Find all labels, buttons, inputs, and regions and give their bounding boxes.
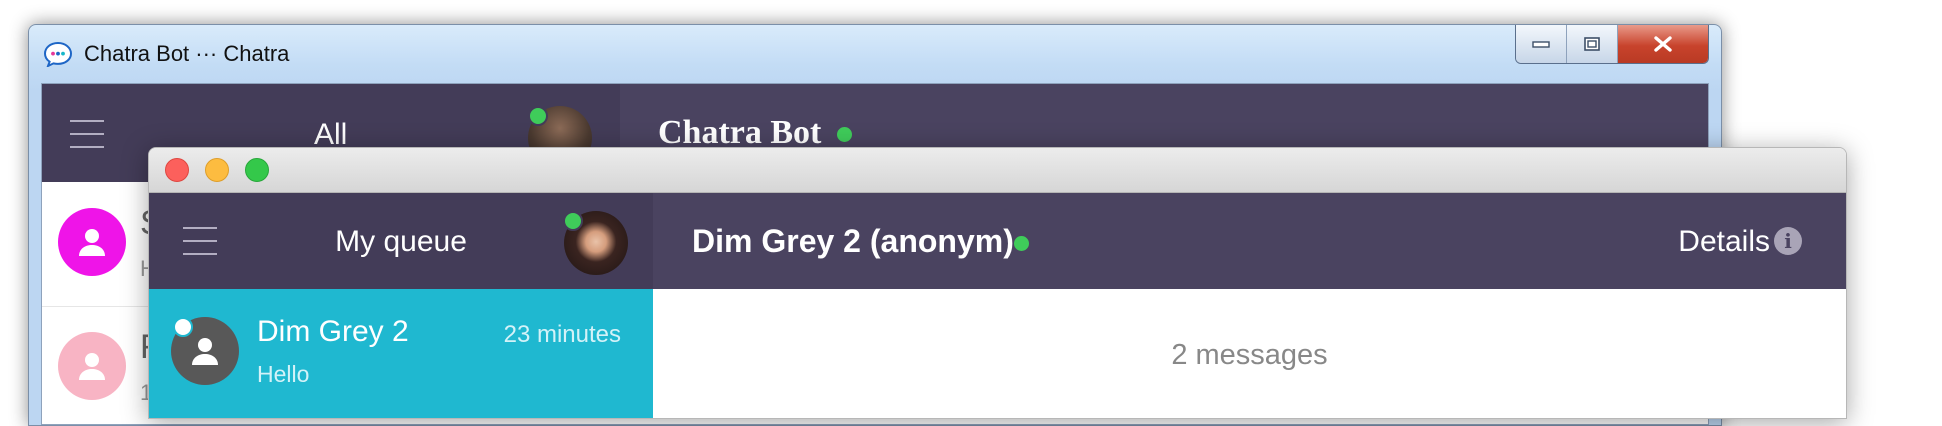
chatra-app-icon [43, 41, 73, 67]
user-icon [79, 229, 105, 256]
online-status-dot [1014, 236, 1029, 251]
minimize-button[interactable] [205, 158, 229, 182]
restore-icon [1584, 37, 1600, 51]
front-app-window: My queue Dim Grey 2 (anonym) Details i D… [148, 147, 1847, 419]
online-status-dot [837, 127, 852, 142]
hamburger-menu-icon[interactable] [70, 120, 104, 159]
window-titlebar[interactable] [149, 148, 1846, 193]
online-status-dot [563, 211, 583, 231]
visitor-avatar [58, 332, 126, 400]
close-button[interactable] [165, 158, 189, 182]
maximize-button[interactable] [1567, 25, 1618, 63]
window-title: Chatra Bot ··· Chatra [84, 41, 290, 66]
online-status-dot [173, 317, 193, 337]
chat-panel: 2 messages [653, 289, 1846, 418]
app-header: My queue Dim Grey 2 (anonym) Details i [149, 193, 1846, 289]
details-button[interactable]: Details [1678, 225, 1770, 259]
visitor-avatar [58, 208, 126, 276]
window-titlebar[interactable]: Chatra Bot ··· Chatra [29, 25, 1721, 83]
close-button[interactable] [1618, 25, 1708, 63]
conversation-time: 23 minutes [503, 321, 621, 348]
conversation-list: Dim Grey 2 23 minutes Hello [149, 289, 653, 418]
minimize-icon [1532, 41, 1550, 48]
close-icon [1654, 36, 1672, 52]
user-icon [79, 353, 105, 380]
minimize-button[interactable] [1516, 25, 1567, 63]
user-icon [192, 338, 218, 365]
message-count: 2 messages [1171, 339, 1328, 371]
sidebar-header: My queue [149, 193, 653, 289]
zoom-button[interactable] [245, 158, 269, 182]
chat-title: Dim Grey 2 (anonym) [692, 223, 1014, 259]
list-item[interactable]: Dim Grey 2 23 minutes Hello [149, 289, 653, 418]
conversation-name: Dim Grey 2 [257, 315, 409, 348]
info-icon[interactable]: i [1774, 227, 1802, 255]
online-status-dot [528, 106, 548, 126]
conversation-preview: Hello [257, 361, 310, 387]
window-controls [1515, 25, 1709, 64]
